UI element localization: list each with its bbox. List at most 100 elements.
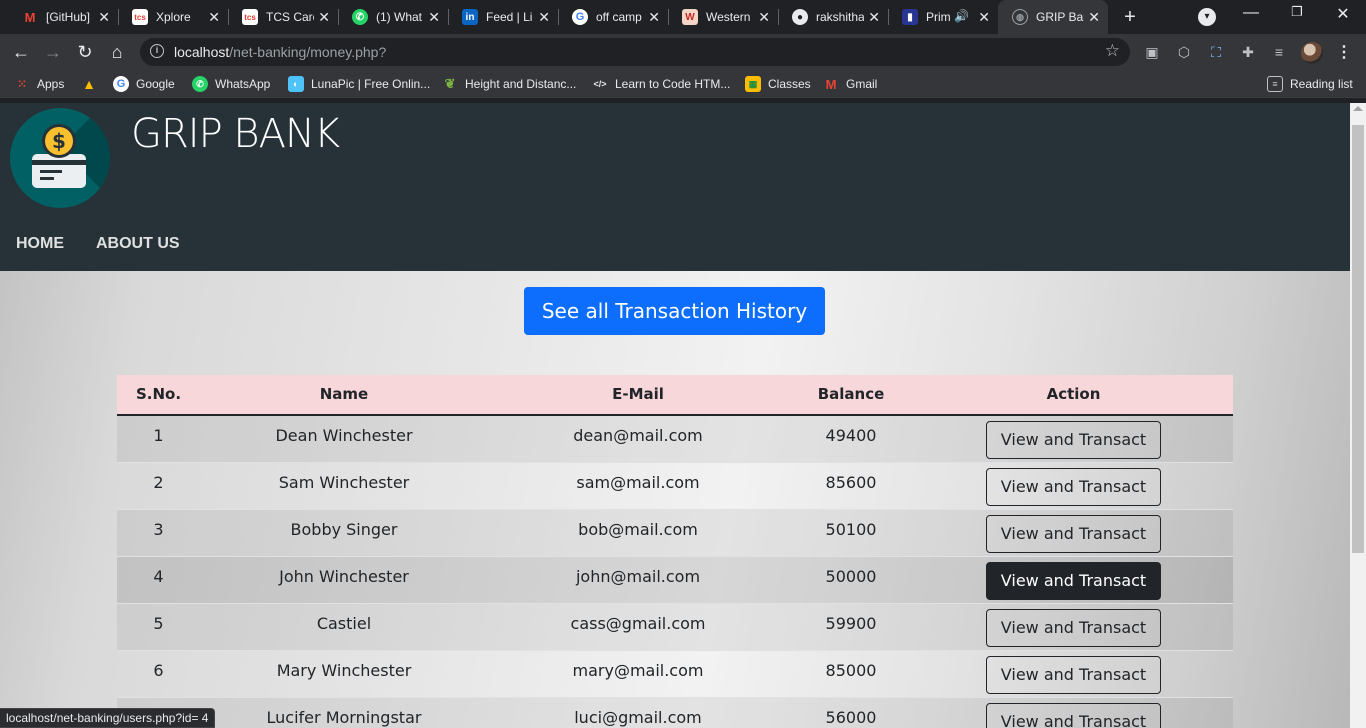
avatar[interactable] [1301,42,1323,64]
western-icon: W [682,9,698,25]
close-icon[interactable]: ✕ [758,9,770,25]
close-icon[interactable]: ✕ [208,9,220,25]
tab-off-campus[interactable]: G off camp ✕ [558,0,669,34]
view-and-transact-button[interactable]: View and Transact [986,562,1161,600]
close-icon[interactable]: ✕ [648,9,660,25]
google-icon: G [113,76,129,92]
tab-prime[interactable]: ▮ Prim 🔊 ✕ [888,0,998,34]
tab-title: TCS Care [266,10,314,24]
header-action: Action [1046,385,1101,403]
table-row: 1 Dean Winchester dean@mail.com 49400 Vi… [117,416,1233,463]
table-row: 3 Bobby Singer bob@mail.com 50100 View a… [117,510,1233,557]
view-and-transact-button[interactable]: View and Transact [986,421,1161,459]
view-and-transact-button[interactable]: View and Transact [986,609,1161,647]
cell-email: bob@mail.com [578,520,698,539]
tab-title: Xplore [156,10,191,24]
view-and-transact-button[interactable]: View and Transact [986,703,1161,728]
bookmark-height-distance[interactable]: ❦ Height and Distanc... [442,76,577,92]
reading-list[interactable]: ≡ Reading list [1267,76,1353,92]
view-and-transact-button[interactable]: View and Transact [986,468,1161,506]
page-scrollbar[interactable] [1350,103,1366,728]
address-url[interactable]: localhost/net-banking/money.php? [174,44,386,60]
google-drive-icon: ▲ [82,76,96,92]
back-icon[interactable]: ← [10,41,32,63]
scroll-up-icon[interactable] [1353,106,1363,111]
minimize-icon[interactable]: — [1239,4,1263,22]
tab-linkedin[interactable]: in Feed | Li ✕ [448,0,559,34]
bookmark-learn-code[interactable]: </> Learn to Code HTM... [592,76,730,92]
close-icon[interactable]: ✕ [428,9,440,25]
transaction-history-button[interactable]: See all Transaction History [524,287,825,335]
close-icon[interactable]: ✕ [98,9,110,25]
close-icon[interactable]: ✕ [1088,9,1100,25]
cell-action: View and Transact [914,651,1233,697]
forward-icon[interactable]: → [42,41,64,63]
tab-search-icon[interactable]: ▾ [1198,8,1216,26]
bookmark-drive[interactable]: ▲ [81,76,104,92]
tab-github-profile[interactable]: ● rakshitha ✕ [778,0,889,34]
crop-icon[interactable]: ⛶ [1207,43,1225,61]
address-bar[interactable]: i localhost/net-banking/money.php? ☆ [140,38,1130,66]
tab-title: GRIP Ban [1036,10,1084,24]
table-row: 5 Castiel cass@gmail.com 59900 View and … [117,604,1233,651]
close-icon[interactable]: ✕ [978,9,990,25]
scrollbar-thumb[interactable] [1352,125,1364,553]
nav-about-us[interactable]: ABOUT US [96,235,180,253]
restore-icon[interactable]: ❐ [1285,4,1309,20]
cell-email: luci@gmail.com [574,708,702,727]
cell-sno: 4 [153,567,164,586]
view-and-transact-button[interactable]: View and Transact [986,515,1161,553]
cell-action: View and Transact [914,557,1233,603]
extension-box-icon[interactable]: ▣ [1143,43,1161,61]
dollar-coin-icon: $ [42,124,76,158]
tab-xplore[interactable]: tcs Xplore ✕ [118,0,229,34]
tab-western[interactable]: W Western ✕ [668,0,779,34]
cell-action: View and Transact [914,463,1233,509]
tab-title: [GitHub] [46,10,91,24]
bookmark-google[interactable]: G Google [113,76,175,92]
cell-email: dean@mail.com [573,426,703,445]
new-tab-button[interactable]: + [1118,5,1142,29]
info-icon[interactable]: i [150,44,164,58]
media-queue-icon[interactable]: ≡ [1270,43,1288,61]
tab-strip: M [GitHub] ✕ tcs Xplore ✕ tcs TCS Care ✕… [0,0,1366,34]
cell-sno: 6 [153,661,164,680]
bookmark-lunapic[interactable]: ◐ LunaPic | Free Onlin... [288,76,430,92]
lunapic-icon: ◐ [288,76,304,92]
tab-github[interactable]: M [GitHub] ✕ [8,0,119,34]
close-icon[interactable]: ✕ [538,9,550,25]
cell-email: cass@gmail.com [570,614,706,633]
cell-name: Bobby Singer [290,520,398,539]
speaker-icon[interactable]: 🔊 [954,9,969,23]
view-and-transact-button[interactable]: View and Transact [986,656,1161,694]
tab-title: (1) What [376,10,423,24]
cell-action: View and Transact [914,698,1233,728]
header-balance: Balance [817,385,885,403]
bookmark-classes[interactable]: ▦ Classes [745,76,811,92]
whatsapp-icon: ✆ [352,9,368,25]
table-row: 4 John Winchester john@mail.com 50000 Vi… [117,557,1233,604]
tab-grip-bank[interactable]: ◍ GRIP Ban ✕ [998,0,1108,34]
reload-icon[interactable]: ↻ [74,41,96,63]
cell-email: mary@mail.com [572,661,704,680]
cell-sno: 2 [153,473,164,492]
bookmark-gmail[interactable]: M Gmail [823,76,878,92]
nav-home[interactable]: HOME [16,235,64,253]
site-header: $ GRIP BANK HOME ABOUT US [0,103,1350,271]
menu-kebab-icon[interactable]: ⋮ [1336,42,1352,62]
home-icon[interactable]: ⌂ [106,41,128,63]
extensions-puzzle-icon[interactable]: ✚ [1239,43,1257,61]
extension-cube-icon[interactable]: ⬡ [1175,43,1193,61]
apps-grid-icon: ⁙ [16,77,28,91]
cell-name: Sam Winchester [278,473,410,492]
bookmark-apps[interactable]: ⁙ Apps [14,76,64,92]
tab-title: rakshitha [816,10,864,24]
tab-tcs-care[interactable]: tcs TCS Care ✕ [228,0,339,34]
cell-sno: 3 [153,520,164,539]
bookmark-whatsapp[interactable]: ✆ WhatsApp [192,76,270,92]
tab-whatsapp[interactable]: ✆ (1) What ✕ [338,0,449,34]
bookmark-star-icon[interactable]: ☆ [1105,41,1120,61]
close-icon[interactable]: ✕ [318,9,330,25]
close-icon[interactable]: ✕ [868,9,880,25]
close-window-icon[interactable]: ✕ [1331,4,1355,24]
